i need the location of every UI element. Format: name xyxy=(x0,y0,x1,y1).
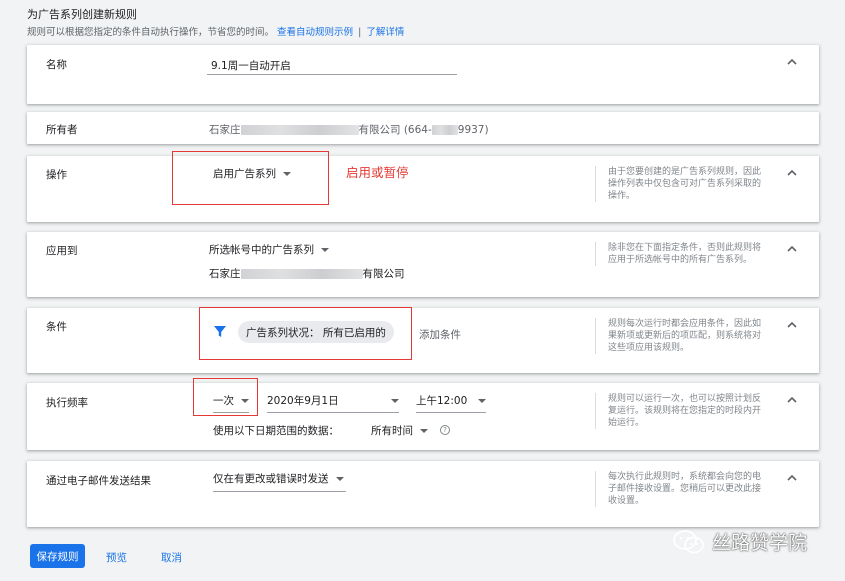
owner-prefix: 石家庄 xyxy=(209,124,241,136)
action-annotation: 启用或暂停 xyxy=(346,165,409,180)
name-label: 名称 xyxy=(46,59,67,71)
description-text: 规则可以根据您指定的条件自动执行操作，节省您的时间。 xyxy=(27,27,275,38)
email-label: 通过电子邮件发送结果 xyxy=(46,475,151,487)
watermark-text: 丝路赞学院 xyxy=(712,532,808,554)
collapse-condition-chevron-up-icon[interactable] xyxy=(785,319,799,333)
collapse-frequency-chevron-up-icon[interactable] xyxy=(785,394,799,408)
owner-suffix: 有限公司 (664- xyxy=(358,124,432,136)
examples-link[interactable]: 查看自动规则示例 xyxy=(277,27,353,38)
collapse-email-chevron-up-icon[interactable] xyxy=(785,472,799,486)
time-picker[interactable]: 上午12:00 xyxy=(416,393,486,413)
apply-account: 石家庄 有限公司 xyxy=(209,266,405,281)
apply-selected: 所选帐号中的广告系列 xyxy=(209,244,314,256)
blurred-name xyxy=(240,269,363,279)
condition-help: 规则每次运行时都会应用条件，因此如果新项或更新后的项匹配，则系统将对这些项应用该… xyxy=(595,318,767,354)
preview-button[interactable]: 预览 xyxy=(106,550,127,565)
frequency-card: 执行频率 一次 2020年9月1日 上午12:00 使用以下日期范围的数据： 所… xyxy=(27,383,819,450)
dropdown-caret-icon xyxy=(391,398,399,403)
apply-card: 应用到 所选帐号中的广告系列 石家庄 有限公司 除非您在下面指定条件，否则此规则将… xyxy=(27,232,819,297)
page-description: 规则可以根据您指定的条件自动执行操作，节省您的时间。 查看自动规则示例 | 了解… xyxy=(27,24,404,38)
owner-label: 所有者 xyxy=(46,124,78,136)
cancel-button[interactable]: 取消 xyxy=(161,550,182,565)
email-selected: 仅在有更改或错误时发送 xyxy=(213,473,329,485)
rule-name-input[interactable]: 9.1周一自动开启 xyxy=(207,55,457,75)
blurred-name xyxy=(240,125,359,135)
collapse-apply-chevron-up-icon[interactable] xyxy=(785,243,799,257)
action-label: 操作 xyxy=(46,169,67,181)
apply-dropdown[interactable]: 所选帐号中的广告系列 xyxy=(209,242,329,257)
help-question-icon[interactable]: ? xyxy=(440,425,450,435)
email-card: 通过电子邮件发送结果 仅在有更改或错误时发送 每次执行此规则时，系统都会向您的电… xyxy=(27,461,819,527)
dropdown-caret-icon xyxy=(478,398,486,403)
learn-more-link[interactable]: 了解详情 xyxy=(366,27,404,38)
owner-value: 石家庄 有限公司 (664- 9937) xyxy=(209,122,489,137)
date-range-dropdown[interactable]: 所有时间 xyxy=(371,423,428,438)
rule-name-value: 9.1周一自动开启 xyxy=(211,60,291,72)
frequency-label: 执行频率 xyxy=(46,397,88,409)
condition-highlight-box xyxy=(199,307,412,360)
dropdown-caret-icon xyxy=(335,476,344,481)
save-rule-button[interactable]: 保存规则 xyxy=(30,544,85,568)
date-value: 2020年9月1日 xyxy=(267,395,339,407)
frequency-help: 规则可以运行一次，也可以按照计划反复运行。该规则将在您指定的时段内开始运行。 xyxy=(595,393,767,429)
date-picker[interactable]: 2020年9月1日 xyxy=(267,393,399,413)
owner-end: 9937) xyxy=(457,124,489,136)
collapse-name-chevron-up-icon[interactable] xyxy=(785,56,799,70)
wechat-icon xyxy=(673,529,704,553)
collapse-action-chevron-up-icon[interactable] xyxy=(785,167,799,181)
name-card: 名称 9.1周一自动开启 xyxy=(27,45,819,104)
apply-label: 应用到 xyxy=(46,245,78,257)
time-value: 上午12:00 xyxy=(416,395,468,407)
date-range-label: 使用以下日期范围的数据： xyxy=(213,425,339,437)
account-suffix: 有限公司 xyxy=(362,268,405,280)
owner-card: 所有者 石家庄 有限公司 (664- 9937) xyxy=(27,112,819,144)
dropdown-caret-icon xyxy=(420,428,428,433)
email-help: 每次执行此规则时，系统都会向您的电子邮件接收设置。您稍后可以更改此接收设置。 xyxy=(595,471,767,507)
action-card: 操作 启用广告系列 由于您要创建的是广告系列规则，因此操作列表中仅包含可对广告系… xyxy=(27,156,819,222)
account-prefix: 石家庄 xyxy=(209,268,241,280)
action-help: 由于您要创建的是广告系列规则，因此操作列表中仅包含可对广告系列采取的操作。 xyxy=(595,166,767,202)
add-condition-button[interactable]: 添加条件 xyxy=(419,327,461,342)
page-title: 为广告系列创建新规则 xyxy=(27,8,137,21)
email-dropdown[interactable]: 仅在有更改或错误时发送 xyxy=(213,471,346,492)
action-highlight-box xyxy=(172,151,329,205)
dropdown-caret-icon xyxy=(321,247,329,252)
apply-help: 除非您在下面指定条件，否则此规则将应用于所选帐号中的所有广告系列。 xyxy=(595,242,767,266)
frequency-highlight-box xyxy=(193,378,258,416)
link-separator: | xyxy=(358,27,362,38)
condition-label: 条件 xyxy=(46,321,67,333)
date-range-value: 所有时间 xyxy=(371,425,413,437)
watermark: 丝路赞学院 xyxy=(672,528,807,555)
blurred-id xyxy=(431,125,458,135)
condition-card: 条件 广告系列状况： 所有已启用的 添加条件 规则每次运行时都会应用条件，因此如… xyxy=(27,308,819,373)
